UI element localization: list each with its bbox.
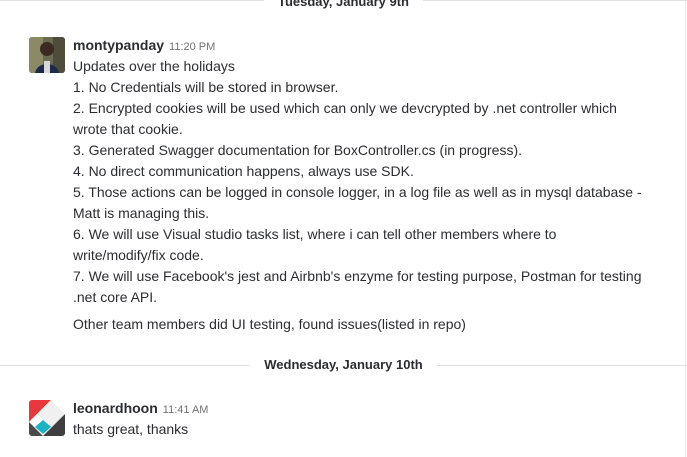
message-line: 1. No Credentials will be stored in brow…: [73, 79, 339, 95]
message-line: Matt is managing this.: [73, 205, 210, 221]
followup-message-line: Other team members did UI testing, found…: [73, 316, 466, 332]
message-line: write/modify/fix code.: [73, 247, 204, 263]
author-name[interactable]: leonardhoon: [73, 400, 158, 416]
message-line: thats great, thanks: [73, 421, 189, 437]
message-leonardhoon: leonardhoon 11:41 AM thats great, thanks: [73, 399, 677, 440]
message-line: Updates over the holidays: [73, 58, 235, 74]
message-header: montypanday 11:20 PM: [73, 36, 677, 56]
message-line: 3. Generated Swagger documentation for B…: [73, 142, 523, 158]
message-line: wrote that cookie.: [73, 121, 183, 137]
message-header: leonardhoon 11:41 AM: [73, 399, 677, 419]
message-line: 5. Those actions can be logged in consol…: [73, 184, 642, 200]
message-line: 7. We will use Facebook's jest and Airbn…: [73, 268, 642, 284]
day-divider-middle: Wednesday, January 10th: [0, 357, 687, 373]
message-montypanday: montypanday 11:20 PM Updates over the hol…: [73, 36, 677, 335]
day-divider-top: Tuesday, January 9th: [0, 0, 687, 10]
message-line: 6. We will use Visual studio tasks list,…: [73, 226, 557, 242]
day-divider-label: Wednesday, January 10th: [250, 357, 437, 372]
message-line: 4. No direct communication happens, alwa…: [73, 163, 414, 179]
timestamp[interactable]: 11:41 AM: [163, 404, 209, 416]
timestamp[interactable]: 11:20 PM: [169, 41, 215, 53]
avatar-photo-icon: [29, 37, 65, 73]
avatar-montypanday[interactable]: [29, 37, 65, 73]
message-pane: Tuesday, January 9th montypanday 11:20 PM…: [0, 0, 687, 457]
day-divider-label: Tuesday, January 9th: [263, 0, 423, 9]
avatar-logo-icon: [29, 400, 65, 436]
author-name[interactable]: montypanday: [73, 37, 164, 53]
message-line: 2. Encrypted cookies will be used which …: [73, 100, 617, 116]
message-line: .net core API.: [73, 289, 158, 305]
avatar-leonardhoon[interactable]: [29, 400, 65, 436]
